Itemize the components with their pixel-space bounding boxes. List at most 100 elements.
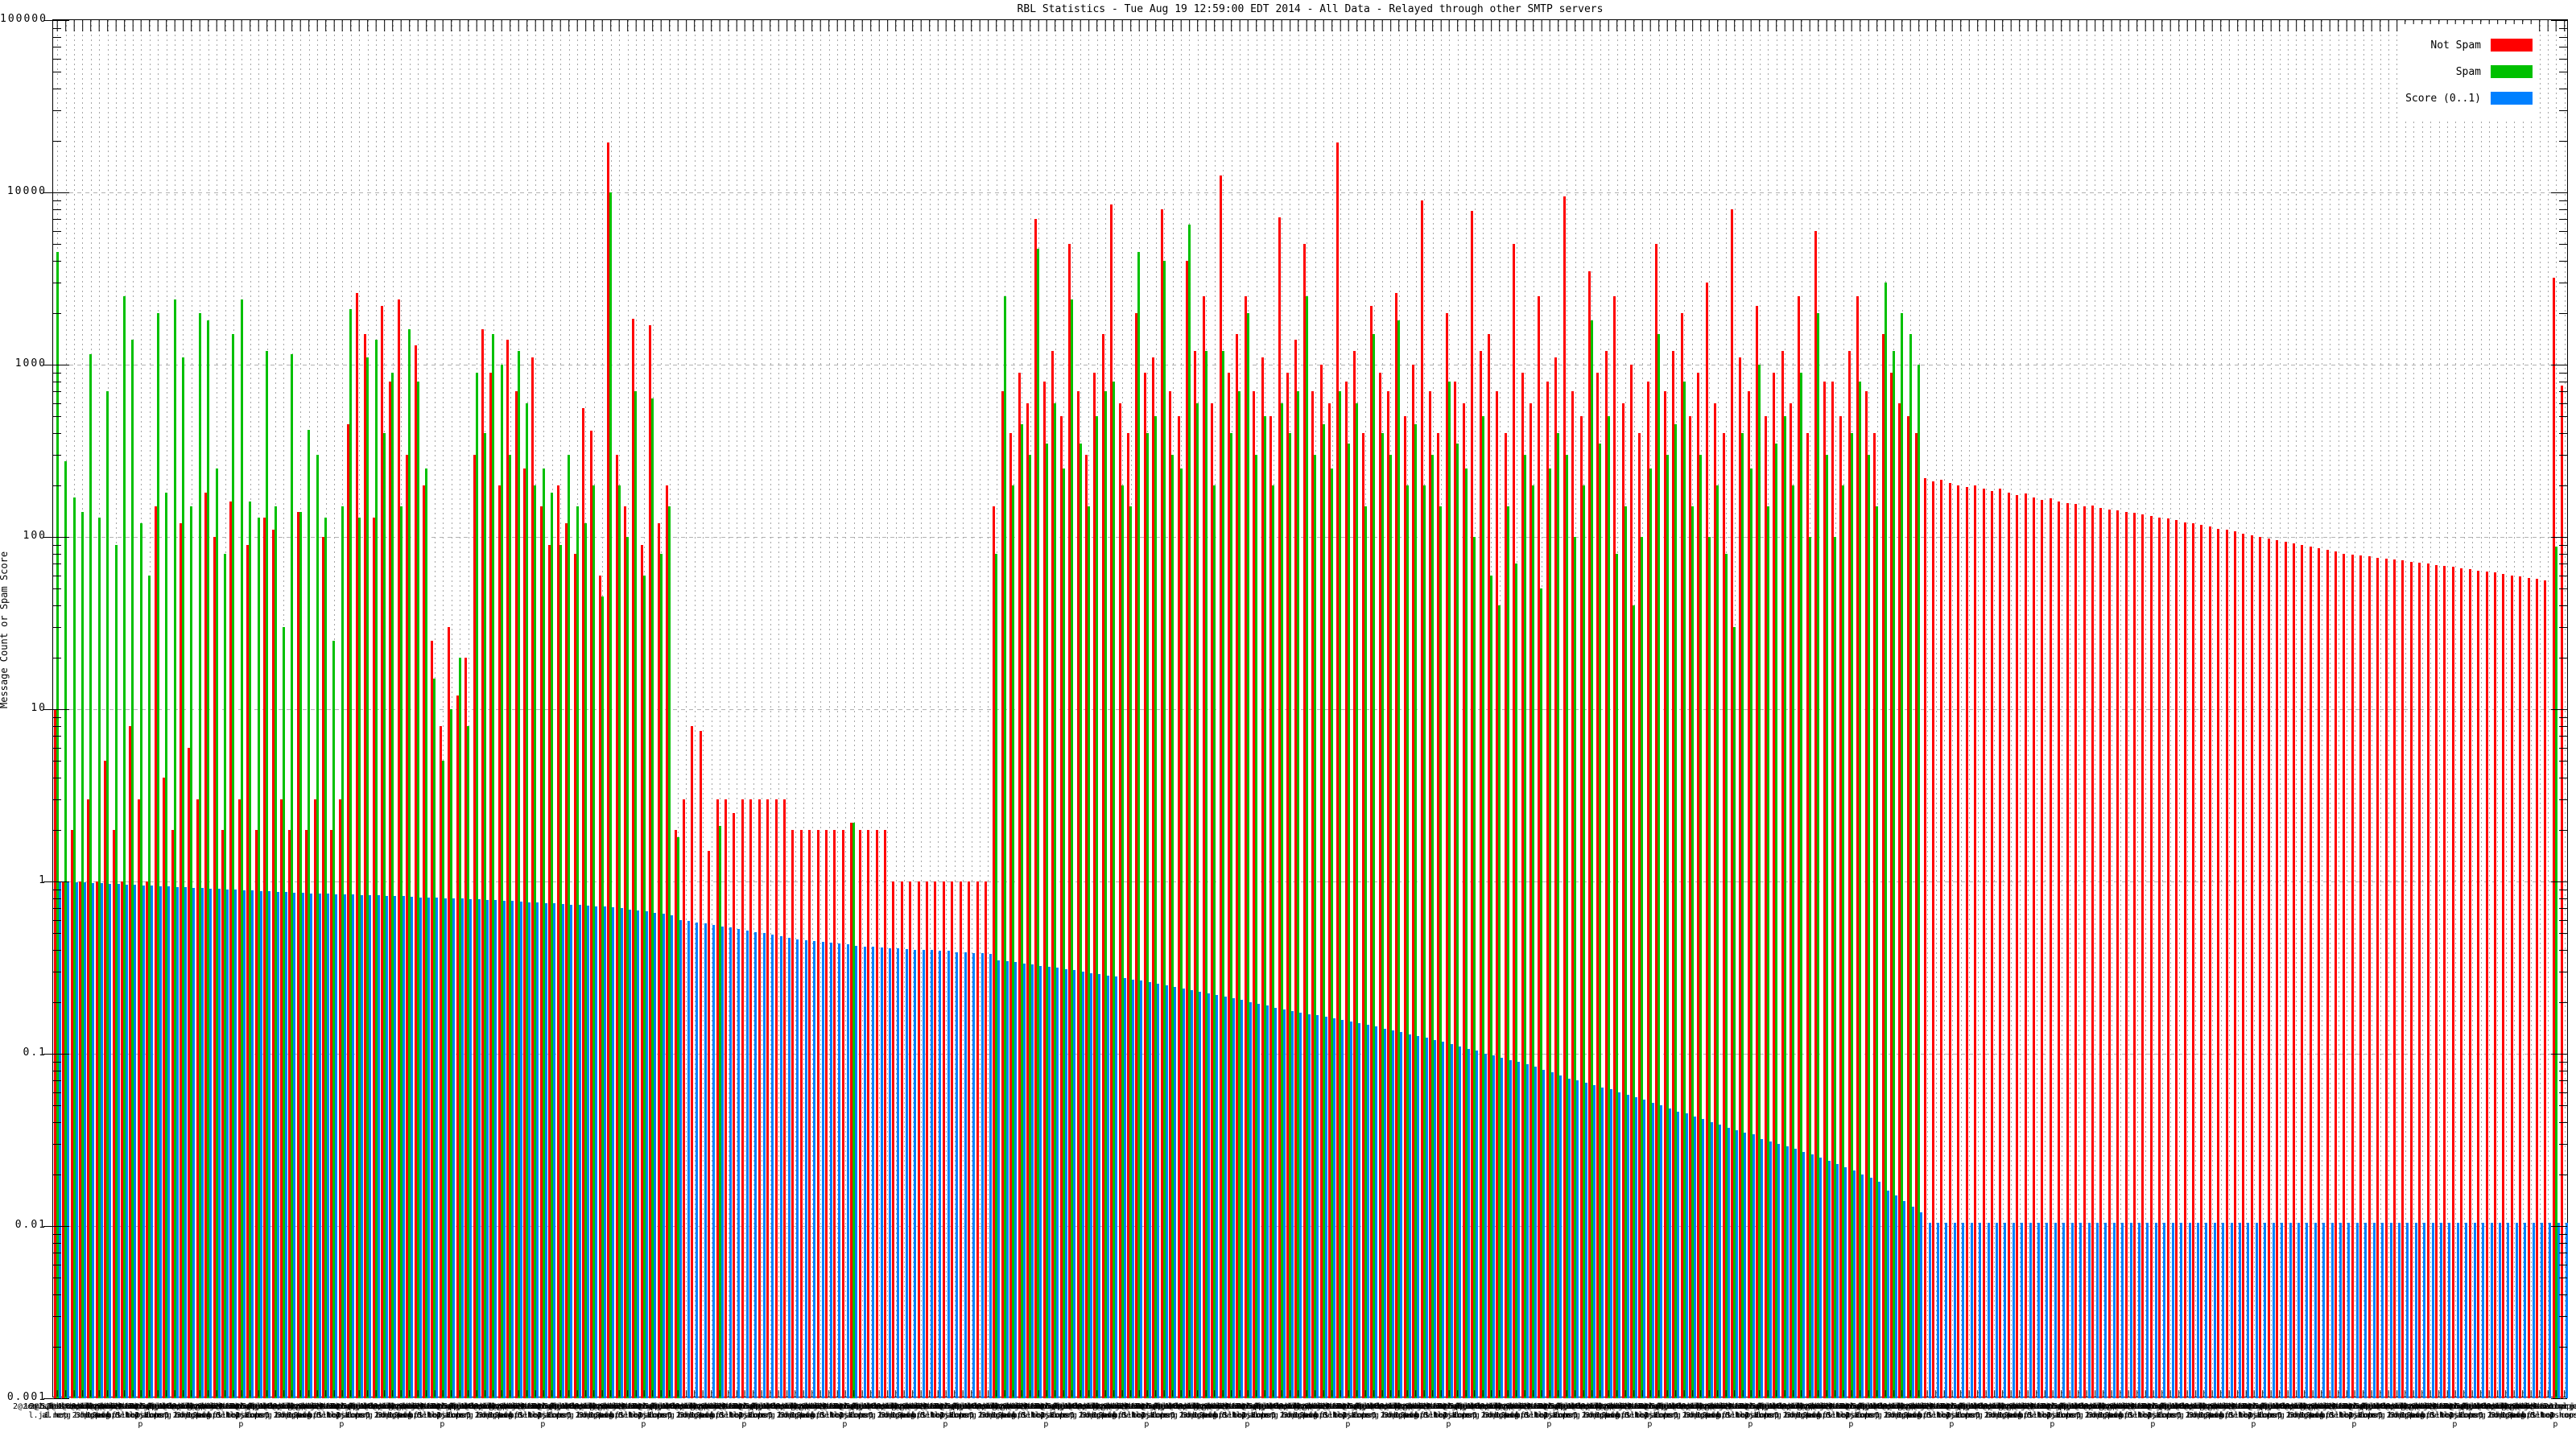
bar-notspam [2217,528,2220,1398]
axis-major-tick [43,1054,69,1055]
bar-notspam [1923,477,1926,1398]
v-gridline [1969,20,1971,1397]
bar-notspam [2107,509,2111,1398]
bar-notspam [1990,490,1993,1398]
bar-notspam [2401,560,2405,1398]
bar-score [1937,1222,1940,1398]
legend-row-not-spam: Not Spam [2405,36,2533,54]
bar-score [58,881,61,1398]
bar-score [1668,1108,1671,1398]
axis-minor-tick [2559,908,2567,910]
bar-score [603,906,606,1398]
bar-score [1417,1035,1420,1398]
bar-score [318,894,321,1398]
bar-score [1005,960,1009,1398]
bar-score [536,902,539,1398]
axis-minor-tick [53,747,61,749]
axis-minor-tick [2559,605,2567,607]
legend: Not Spam Spam Score (0..1) [2404,24,2534,119]
bar-notspam [682,799,685,1398]
bar-score [1476,1051,1479,1398]
bar-score [1265,1005,1269,1398]
bar-notspam [816,829,819,1398]
v-gridline [1960,20,1962,1397]
bar-notspam [2527,577,2530,1398]
bar-score [1584,1082,1587,1398]
bar-notspam [2519,576,2522,1398]
bar-score [813,941,816,1398]
bar-score [2004,1222,2007,1398]
bar-score [126,884,129,1398]
bar-score [2104,1222,2107,1398]
legend-label-spam: Spam [2455,65,2481,78]
bar-score [1492,1055,1495,1398]
bar-score [385,895,388,1398]
bar-score [2541,1222,2544,1398]
bar-score [1324,1017,1327,1398]
bar-score [167,886,171,1398]
axis-minor-tick [2559,1080,2567,1082]
bar-score [394,896,397,1398]
bar-notspam [2007,493,2010,1398]
axis-major-tick [43,537,69,538]
v-gridline [2245,20,2247,1397]
bar-score [1785,1146,1789,1398]
bar-score [343,894,346,1398]
axis-minor-tick [2559,799,2567,800]
bar-score [1349,1021,1352,1398]
bar-score [2406,1222,2409,1398]
bar-notspam [2091,506,2094,1398]
bar-notspam [2242,533,2245,1398]
axis-minor-tick [53,140,61,142]
bar-score [1886,1191,1889,1398]
bar-notspam [2292,543,2295,1398]
bar-score [494,900,497,1398]
v-gridline [2304,20,2306,1397]
bar-score [2188,1222,2191,1398]
bar-score [561,904,564,1398]
axis-major-tick [2551,192,2567,193]
bar-score [2247,1222,2250,1398]
bar-score [2566,1222,2569,1398]
bar-score [2272,1222,2275,1398]
bar-notspam [2426,564,2429,1398]
bar-score [1157,984,1160,1398]
bar-score [888,947,891,1398]
bar-notspam [942,881,945,1398]
bar-score [1241,1000,1244,1398]
v-gridline [2288,20,2289,1397]
bar-score [427,897,431,1398]
axis-minor-tick [2559,485,2567,486]
bar-score [1022,963,1026,1398]
bar-score [1459,1046,1462,1398]
bar-score [796,939,799,1398]
bar-score [989,953,992,1398]
bar-score [570,904,573,1398]
bar-score [897,947,900,1398]
bar-notspam [2191,523,2194,1398]
axis-minor-tick [53,908,61,910]
axis-minor-tick [53,588,61,590]
bar-score [209,888,213,1398]
axis-minor-tick [53,261,61,262]
bar-score [972,952,976,1398]
bar-score [2146,1222,2149,1398]
bottom-axis-tick-comb [53,1390,2567,1397]
axis-minor-tick [2559,736,2567,737]
axis-minor-tick [2559,1061,2567,1063]
bar-notspam [917,881,920,1398]
bar-score [2524,1222,2527,1398]
bar-score [712,924,716,1398]
bar-score [2196,1222,2199,1398]
axis-minor-tick [2559,1092,2567,1093]
axis-minor-tick [2559,1242,2567,1244]
bar-score [109,883,112,1398]
bar-notspam [2083,506,2086,1398]
axis-minor-tick [53,219,61,221]
bar-score [687,921,690,1398]
bar-score [1962,1222,1965,1398]
axis-minor-tick [53,725,61,727]
bar-score [2490,1222,2493,1398]
plot-area [43,19,2569,1399]
bar-score [1844,1166,1847,1398]
